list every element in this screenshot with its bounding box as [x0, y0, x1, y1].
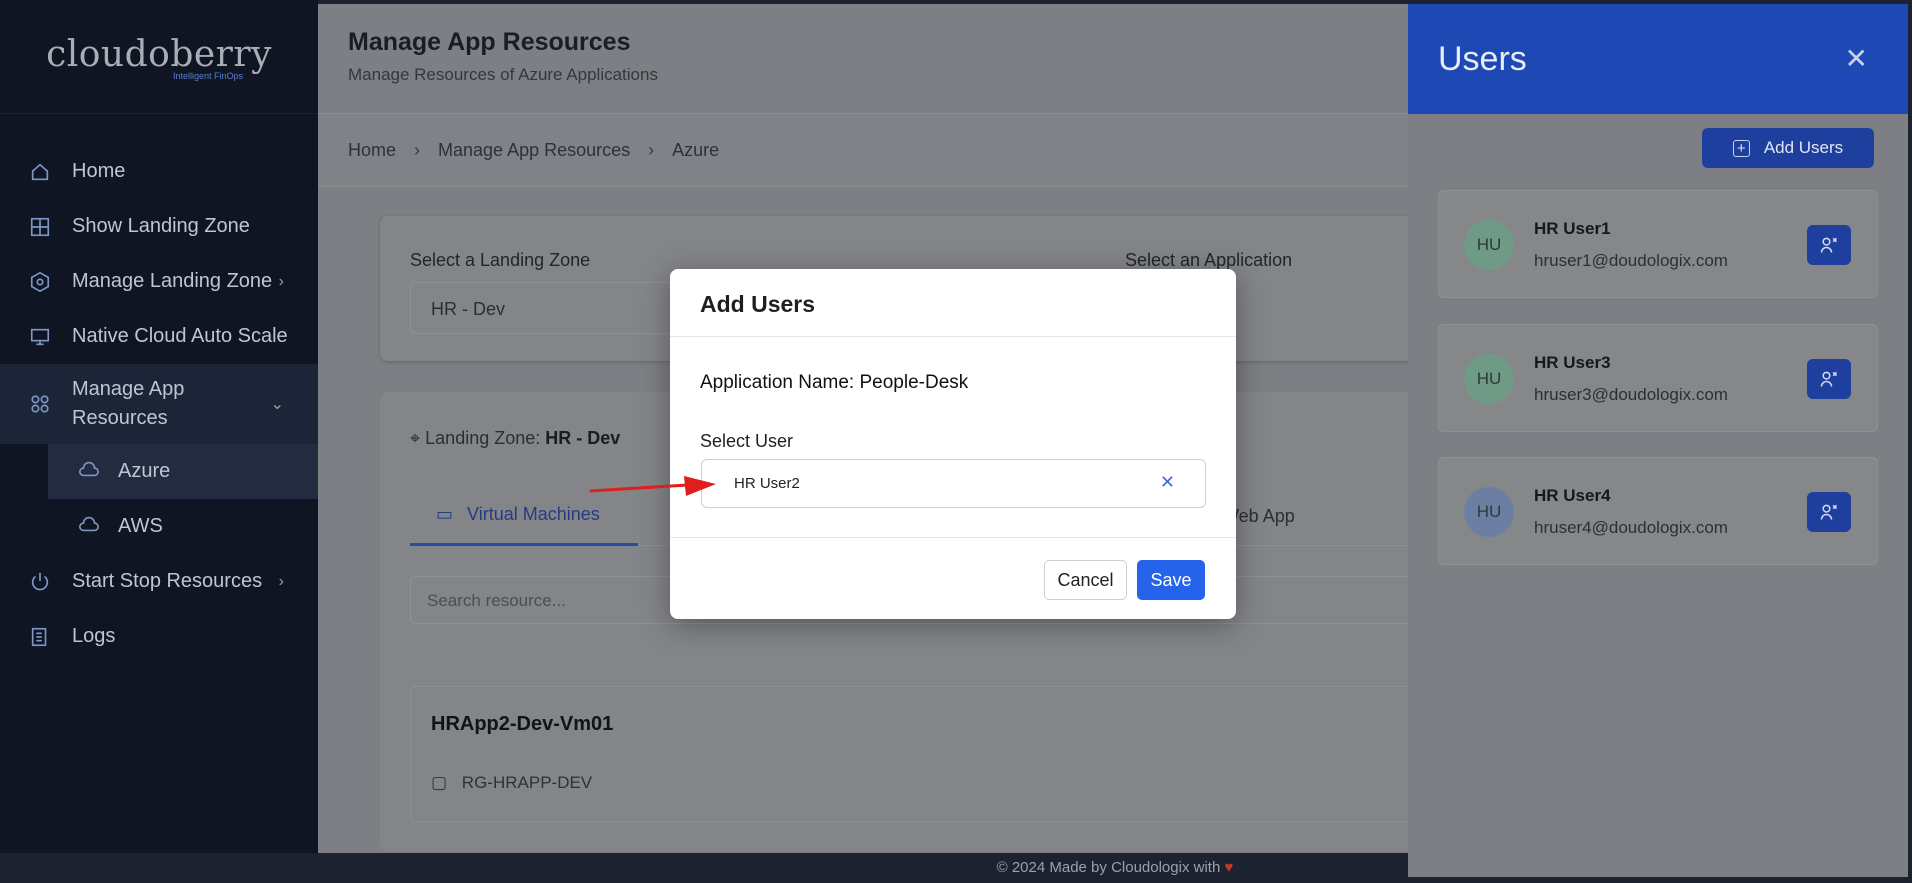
user-remove-icon — [1820, 371, 1838, 387]
page-subtitle: Manage Resources of Azure Applications — [348, 65, 658, 84]
chevron-right-icon: › — [414, 139, 421, 160]
cancel-button[interactable]: Cancel — [1044, 560, 1127, 600]
power-icon — [28, 570, 52, 594]
resource-group: ▢ RG-HRAPP-DEV — [431, 773, 592, 793]
breadcrumb-manage-app-resources[interactable]: Manage App Resources — [438, 140, 630, 161]
user-name: HR User3 — [1534, 353, 1611, 372]
sidebar-subitem-label: Azure — [118, 460, 171, 482]
grid-icon — [28, 215, 52, 239]
users-panel-header: Users ✕ — [1408, 4, 1908, 114]
selected-user-value: HR User2 — [734, 475, 800, 492]
heart-icon: ♥ — [1224, 859, 1234, 876]
chevron-right-icon: › — [278, 272, 284, 290]
sidebar-item-home[interactable]: Home — [0, 144, 318, 199]
user-remove-icon — [1820, 237, 1838, 253]
save-button[interactable]: Save — [1137, 560, 1205, 600]
logo: cloudoberry Intelligent FinOps — [0, 0, 318, 114]
remove-user-button[interactable] — [1807, 492, 1851, 532]
vm-card[interactable]: HRApp2-Dev-Vm01 ▢ RG-HRAPP-DEV — [410, 686, 1408, 822]
users-panel: Users ✕ + Add Users HU HR User1 hruser1@… — [1408, 4, 1908, 877]
sidebar-nav: Home Show Landing Zone Manage Landing Zo… — [0, 144, 318, 664]
add-users-modal: Add Users Application Name: People-Desk … — [670, 269, 1236, 619]
sidebar-item-label: Native Cloud Auto Scale — [72, 325, 288, 347]
sidebar: cloudoberry Intelligent FinOps Home Show… — [0, 0, 318, 853]
sidebar-item-label: Start Stop Resources — [72, 570, 263, 592]
sidebar-item-label: Manage Landing Zone — [72, 270, 273, 292]
user-email: hruser4@doudologix.com — [1534, 518, 1728, 537]
remove-user-button[interactable] — [1807, 359, 1851, 399]
user-card: HU HR User4 hruser4@doudologix.com — [1438, 457, 1878, 565]
user-email: hruser3@doudologix.com — [1534, 385, 1728, 404]
footer-text: © 2024 Made by Cloudologix with — [996, 859, 1221, 876]
landing-zone-info: ⌖ Landing Zone: HR - Dev — [410, 428, 620, 449]
home-icon — [28, 160, 52, 184]
sidebar-item-manage-app-resources[interactable]: Manage App Resources ⌄ — [0, 364, 318, 444]
monitor-icon: ▭ — [436, 504, 454, 524]
avatar: HU — [1464, 220, 1514, 270]
user-card: HU HR User1 hruser1@doudologix.com — [1438, 190, 1878, 298]
tab-label: Virtual Machines — [467, 504, 600, 524]
vm-name: HRApp2-Dev-Vm01 — [431, 713, 614, 735]
sidebar-item-start-stop-resources[interactable]: Start Stop Resources › — [0, 554, 318, 609]
remove-user-button[interactable] — [1807, 225, 1851, 265]
sidebar-item-label: Manage App Resources — [72, 378, 185, 429]
logo-name: cloudoberry — [46, 34, 272, 75]
application-label: Select an Application — [1125, 250, 1293, 270]
apps-icon — [28, 392, 52, 416]
location-icon: ⌖ — [410, 428, 421, 448]
sidebar-item-label: Home — [72, 160, 126, 182]
sidebar-item-label: Show Landing Zone — [72, 215, 250, 237]
add-icon: + — [1732, 139, 1750, 157]
application-name: Application Name: People-Desk — [700, 372, 968, 394]
avatar: HU — [1464, 487, 1514, 537]
user-card: HU HR User3 hruser3@doudologix.com — [1438, 324, 1878, 432]
landing-zone-info-label: Landing Zone: — [425, 428, 541, 448]
page-title: Manage App Resources — [348, 28, 631, 56]
breadcrumb: Home › Manage App Resources › Azure — [318, 113, 1408, 187]
monitor-icon — [28, 325, 52, 349]
close-icon[interactable]: ✕ — [1845, 42, 1868, 75]
cloud-icon — [78, 515, 102, 538]
sidebar-subitem-aws[interactable]: AWS — [0, 499, 318, 554]
chevron-down-icon: ⌄ — [270, 395, 284, 413]
page-header: Manage App Resources Manage Resources of… — [318, 4, 1408, 109]
logs-icon — [28, 625, 52, 649]
user-remove-icon — [1820, 504, 1838, 520]
hexagon-icon — [28, 270, 52, 294]
breadcrumb-home[interactable]: Home — [348, 140, 396, 161]
chevron-right-icon: › — [648, 139, 655, 160]
chevron-right-icon: › — [278, 572, 284, 590]
folder-icon: ▢ — [431, 773, 448, 792]
user-name: HR User1 — [1534, 219, 1611, 238]
user-name: HR User4 — [1534, 486, 1611, 505]
users-panel-title: Users — [1438, 39, 1527, 78]
user-email: hruser1@doudologix.com — [1534, 251, 1728, 270]
application-name-label: Application Name: — [700, 372, 855, 393]
sidebar-item-logs[interactable]: Logs — [0, 609, 318, 664]
sidebar-item-manage-landing-zone[interactable]: Manage Landing Zone › — [0, 254, 318, 309]
application-name-value: People-Desk — [859, 372, 969, 393]
cloud-icon — [78, 460, 102, 483]
select-user-field[interactable]: HR User2 ✕ — [701, 459, 1206, 508]
annotation-arrow-icon — [589, 476, 716, 496]
avatar: HU — [1464, 354, 1514, 404]
sidebar-item-label: Logs — [72, 625, 116, 647]
sidebar-item-native-cloud-auto-scale[interactable]: Native Cloud Auto Scale — [0, 309, 318, 364]
add-users-label: Add Users — [1763, 138, 1844, 157]
landing-zone-info-value: HR - Dev — [545, 428, 621, 448]
select-user-label: Select User — [700, 431, 794, 451]
sidebar-item-show-landing-zone[interactable]: Show Landing Zone — [0, 199, 318, 254]
resource-group-label: RG-HRAPP-DEV — [461, 773, 593, 792]
add-users-button[interactable]: + Add Users — [1702, 128, 1874, 168]
sidebar-subitem-azure[interactable]: Azure — [48, 444, 318, 499]
clear-icon[interactable]: ✕ — [1160, 472, 1175, 493]
sidebar-subitem-label: AWS — [118, 515, 163, 537]
modal-title: Add Users — [670, 269, 1236, 337]
landing-zone-label: Select a Landing Zone — [410, 250, 591, 270]
modal-footer: Cancel Save — [670, 537, 1236, 619]
breadcrumb-azure: Azure — [672, 139, 720, 160]
